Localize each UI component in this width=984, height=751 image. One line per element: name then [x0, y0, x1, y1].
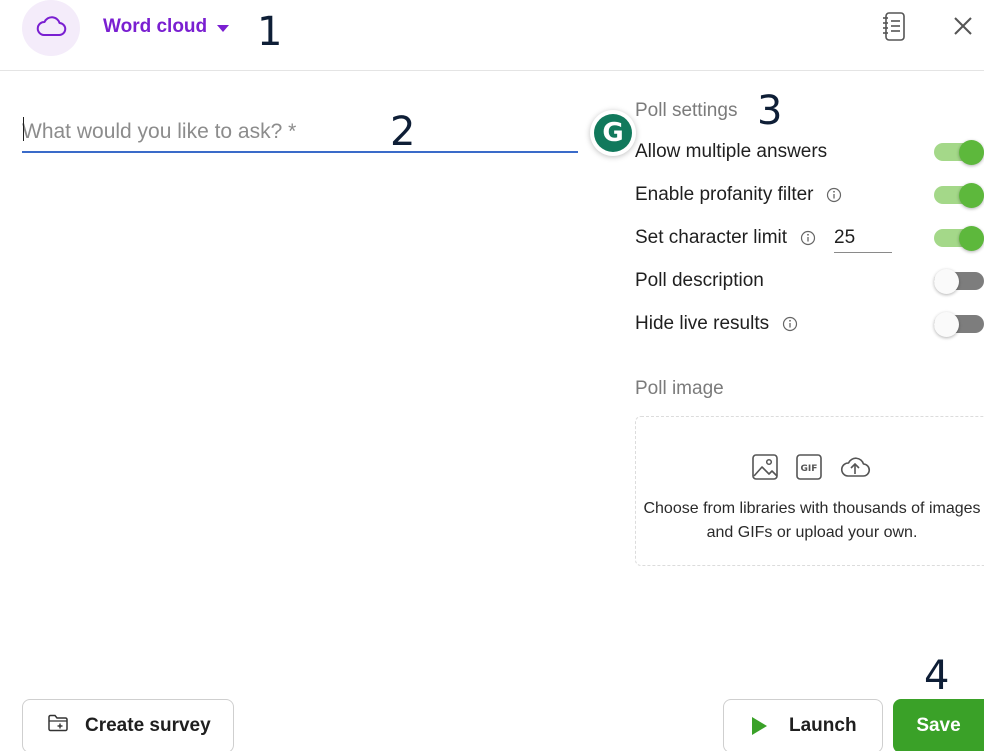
- setting-allow-multiple-answers: Allow multiple answers: [635, 137, 984, 167]
- dropzone-description: Choose from libraries with thousands of …: [643, 500, 981, 541]
- poll-settings-title: Poll settings: [635, 100, 738, 121]
- poll-type-dropdown[interactable]: Word cloud: [103, 16, 230, 38]
- setting-label: Poll description: [635, 270, 764, 291]
- setting-label: Enable profanity filter: [635, 184, 814, 205]
- annotation-marker-3: 3: [757, 88, 783, 134]
- allow-multiple-answers-toggle[interactable]: [934, 140, 984, 165]
- setting-poll-description: Poll description: [635, 266, 984, 296]
- cloud-upload-icon[interactable]: [839, 453, 871, 486]
- poll-type-badge[interactable]: [22, 0, 80, 56]
- annotation-marker-4: 4: [924, 653, 950, 699]
- cloud-icon: [35, 15, 67, 42]
- launch-button[interactable]: Launch: [723, 699, 883, 751]
- poll-image-title: Poll image: [635, 378, 724, 399]
- poll-type-label: Word cloud: [103, 16, 208, 37]
- annotation-marker-2: 2: [390, 109, 416, 155]
- image-icon[interactable]: [751, 453, 779, 486]
- character-limit-toggle[interactable]: [934, 226, 984, 251]
- grammarly-icon: G: [594, 114, 632, 152]
- info-icon[interactable]: [826, 187, 843, 204]
- play-icon: [752, 717, 767, 735]
- character-limit-input[interactable]: [834, 223, 893, 253]
- question-input[interactable]: [22, 113, 578, 153]
- notes-button[interactable]: [879, 11, 909, 48]
- create-survey-label: Create survey: [85, 715, 211, 736]
- info-icon[interactable]: [799, 230, 816, 247]
- setting-label: Set character limit: [635, 227, 788, 248]
- create-survey-button[interactable]: Create survey: [22, 699, 234, 751]
- notes-icon: [881, 11, 907, 48]
- setting-profanity-filter: Enable profanity filter: [635, 180, 984, 210]
- editor-header: Word cloud 1: [0, 0, 984, 71]
- hide-live-results-toggle[interactable]: [934, 312, 984, 337]
- poll-image-dropzone[interactable]: GIF Choose from libraries with thousands…: [635, 416, 984, 566]
- chevron-down-icon: [217, 24, 230, 32]
- close-icon: [953, 16, 973, 41]
- svg-text:GIF: GIF: [801, 464, 818, 474]
- profanity-filter-toggle[interactable]: [934, 183, 984, 208]
- gif-icon[interactable]: GIF: [795, 453, 823, 486]
- setting-character-limit: Set character limit: [635, 223, 984, 253]
- text-cursor: [23, 117, 24, 141]
- close-button[interactable]: [950, 15, 976, 41]
- setting-hide-live-results: Hide live results: [635, 309, 984, 339]
- info-icon[interactable]: [781, 316, 798, 333]
- poll-description-toggle[interactable]: [934, 269, 984, 294]
- launch-label: Launch: [789, 715, 857, 736]
- annotation-marker-1: 1: [257, 9, 283, 55]
- folder-add-icon: [47, 713, 69, 739]
- setting-label: Hide live results: [635, 313, 770, 334]
- save-label: Save: [916, 715, 961, 736]
- dropzone-icons: GIF: [751, 453, 871, 486]
- setting-label: Allow multiple answers: [635, 141, 828, 162]
- save-button[interactable]: Save: [893, 699, 984, 751]
- grammarly-button[interactable]: G: [590, 110, 636, 156]
